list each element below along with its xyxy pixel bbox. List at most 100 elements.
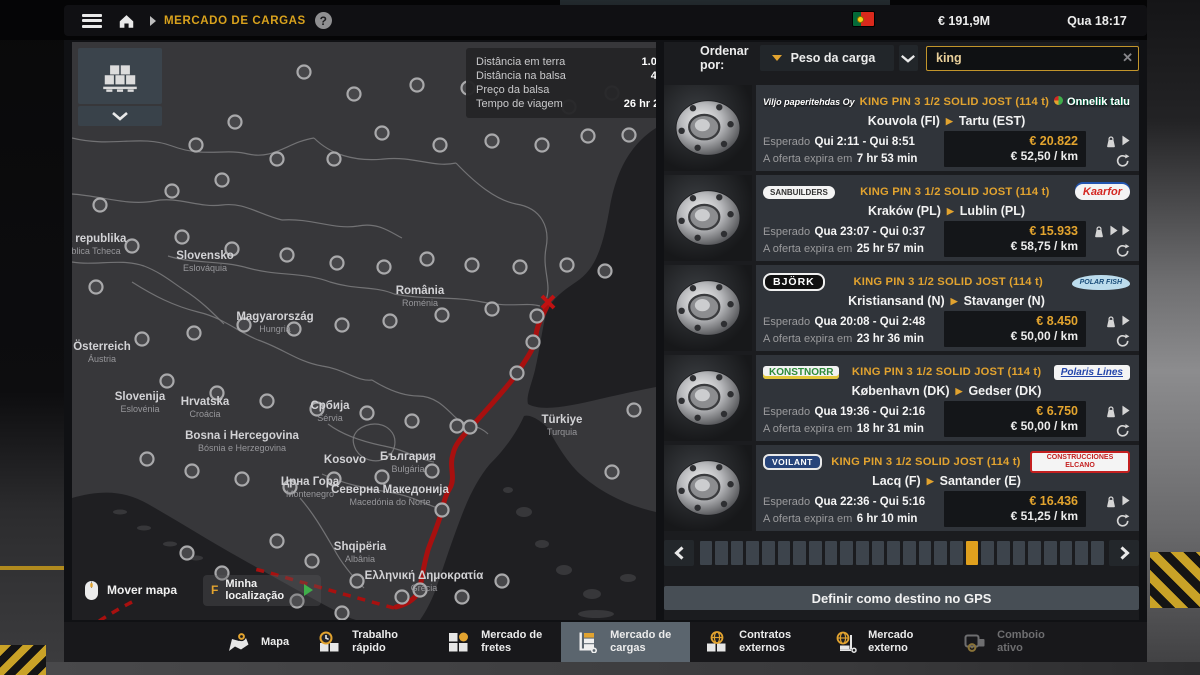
page-block[interactable]	[887, 541, 900, 565]
city-dot[interactable]	[376, 127, 389, 140]
city-dot[interactable]	[426, 465, 439, 478]
tab-trabalho-rapido[interactable]: Trabalho rápido	[303, 622, 432, 662]
city-dot[interactable]	[176, 231, 189, 244]
city-dot[interactable]	[229, 116, 242, 129]
city-dot[interactable]	[486, 135, 499, 148]
city-dot[interactable]	[351, 575, 364, 588]
city-dot[interactable]	[486, 303, 499, 316]
cargo-offer-card[interactable]: KONSTNORR KING PIN 3 1/2 SOLID JOST (114…	[664, 355, 1139, 441]
cargo-offer-card[interactable]: BJÖRK KING PIN 3 1/2 SOLID JOST (114 t) …	[664, 265, 1139, 351]
city-dot[interactable]	[406, 415, 419, 428]
set-gps-destination-button[interactable]: Definir como destino no GPS	[664, 586, 1139, 610]
page-block[interactable]	[778, 541, 791, 565]
city-dot[interactable]	[606, 466, 619, 479]
city-dot[interactable]	[186, 465, 199, 478]
page-block[interactable]	[1060, 541, 1073, 565]
page-block[interactable]	[1075, 541, 1088, 565]
city-dot[interactable]	[136, 333, 149, 346]
cargo-offer-card[interactable]: VOILANT KING PIN 3 1/2 SOLID JOST (114 t…	[664, 445, 1139, 531]
page-block[interactable]	[731, 541, 744, 565]
city-dot[interactable]	[582, 130, 595, 143]
city-dot[interactable]	[281, 249, 294, 262]
city-dot[interactable]	[271, 535, 284, 548]
page-block[interactable]	[934, 541, 947, 565]
home-icon[interactable]	[118, 13, 135, 29]
page-block[interactable]	[997, 541, 1010, 565]
city-dot[interactable]	[436, 504, 449, 517]
page-block[interactable]	[1028, 541, 1041, 565]
city-dot[interactable]	[126, 240, 139, 253]
city-dot[interactable]	[514, 261, 527, 274]
city-dot[interactable]	[396, 591, 409, 604]
city-dot[interactable]	[181, 547, 194, 560]
city-dot[interactable]	[298, 66, 311, 79]
city-dot[interactable]	[466, 259, 479, 272]
cargo-offer-card[interactable]: SANBUILDERS KING PIN 3 1/2 SOLID JOST (1…	[664, 175, 1139, 261]
page-block[interactable]	[825, 541, 838, 565]
city-dot[interactable]	[496, 575, 509, 588]
city-dot[interactable]	[271, 153, 284, 166]
city-dot[interactable]	[623, 129, 636, 142]
city-dot[interactable]	[161, 375, 174, 388]
city-dot[interactable]	[421, 253, 434, 266]
city-dot[interactable]	[561, 259, 574, 272]
city-dot[interactable]	[188, 327, 201, 340]
city-dot[interactable]	[236, 473, 249, 486]
tab-mercado-de-cargas[interactable]: Mercado de cargas	[561, 622, 690, 662]
page-block[interactable]	[1044, 541, 1057, 565]
city-dot[interactable]	[527, 336, 540, 349]
city-dot[interactable]	[94, 199, 107, 212]
page-block[interactable]	[872, 541, 885, 565]
city-dot[interactable]	[190, 139, 203, 152]
page-block[interactable]	[762, 541, 775, 565]
city-dot[interactable]	[348, 88, 361, 101]
city-dot[interactable]	[166, 185, 179, 198]
page-block[interactable]	[856, 541, 869, 565]
tab-mercado-de-fretes[interactable]: Mercado de fretes	[432, 622, 561, 662]
page-block[interactable]	[981, 541, 994, 565]
city-dot[interactable]	[336, 319, 349, 332]
city-dot[interactable]	[628, 404, 641, 417]
city-dot[interactable]	[464, 421, 477, 434]
page-block[interactable]	[950, 541, 963, 565]
trailer-filter-expand-button[interactable]	[78, 106, 162, 126]
city-dot[interactable]	[328, 153, 341, 166]
sort-expand-button[interactable]	[899, 45, 918, 71]
search-input[interactable]	[926, 46, 1139, 71]
page-block[interactable]	[1091, 541, 1104, 565]
tab-comboio-ativo[interactable]: Comboio ativo	[948, 622, 1077, 662]
city-dot[interactable]	[331, 257, 344, 270]
map-canvas[interactable]: á republikablica TchecaSlovenskoEslováqu…	[72, 42, 656, 620]
city-dot[interactable]	[536, 139, 549, 152]
city-dot[interactable]	[336, 607, 349, 620]
city-dot[interactable]	[599, 265, 612, 278]
page-block[interactable]	[966, 541, 979, 565]
city-dot[interactable]	[376, 471, 389, 484]
city-dot[interactable]	[451, 420, 464, 433]
city-dot[interactable]	[361, 407, 374, 420]
sort-dropdown[interactable]: Peso da carga	[760, 45, 894, 71]
page-block[interactable]	[793, 541, 806, 565]
tab-contratos-externos[interactable]: Contratos externos	[690, 622, 819, 662]
city-dot[interactable]	[511, 367, 524, 380]
page-block[interactable]	[903, 541, 916, 565]
trailer-filter-button[interactable]	[78, 48, 162, 104]
tab-mapa[interactable]: Mapa	[212, 622, 303, 662]
clear-search-icon[interactable]: ✕	[1122, 50, 1133, 66]
city-dot[interactable]	[456, 591, 469, 604]
city-dot[interactable]	[261, 395, 274, 408]
city-dot[interactable]	[384, 315, 397, 328]
city-dot[interactable]	[216, 174, 229, 187]
city-dot[interactable]	[306, 555, 319, 568]
my-location-button[interactable]: F Minha localização	[203, 575, 321, 606]
city-dot[interactable]	[434, 139, 447, 152]
page-block[interactable]	[840, 541, 853, 565]
tab-mercado-externo[interactable]: Mercado externo	[819, 622, 948, 662]
page-block[interactable]	[809, 541, 822, 565]
city-dot[interactable]	[141, 453, 154, 466]
help-button[interactable]: ?	[315, 12, 332, 29]
page-block[interactable]	[700, 541, 713, 565]
city-dot[interactable]	[378, 261, 391, 274]
city-dot[interactable]	[531, 310, 544, 323]
menu-icon[interactable]	[82, 14, 102, 28]
